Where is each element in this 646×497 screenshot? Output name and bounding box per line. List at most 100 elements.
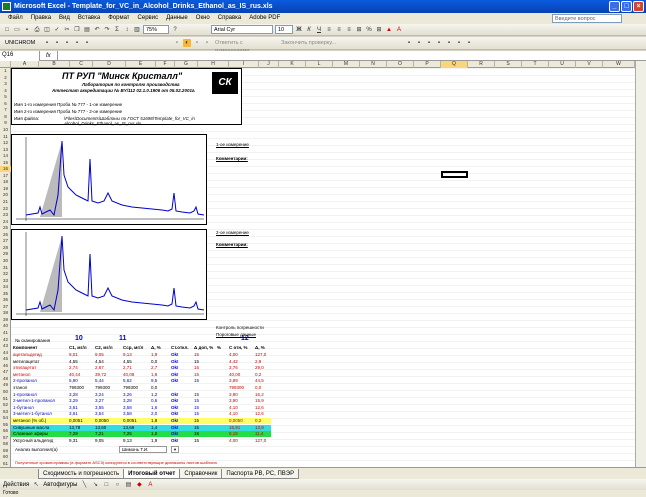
copy-icon[interactable]: ❐ [73,26,81,34]
pointer-icon[interactable]: ↖ [32,481,40,489]
row-header[interactable]: 5 [0,94,11,100]
row-header[interactable]: 29 [0,251,11,257]
analyst-select[interactable]: Шимонь Т.И. [119,446,167,453]
sort-icon[interactable]: ↕ [123,26,131,34]
fmt-f-icon[interactable]: ▪ [455,39,463,47]
textbox-icon[interactable]: ▤ [124,481,132,489]
align-right-icon[interactable]: ≡ [345,26,353,34]
chart-icon[interactable]: ▥ [133,26,141,34]
row-header[interactable]: 55 [0,422,11,428]
col-header[interactable]: N [360,61,387,68]
row-header[interactable]: 24 [0,219,11,225]
col-header[interactable]: E [126,61,156,68]
fmt-b-icon[interactable]: ▪ [415,39,423,47]
row-header[interactable]: 26 [0,232,11,238]
row-header[interactable]: 54 [0,415,11,421]
tab-repeatability[interactable]: Сходимость и погрешность [38,469,125,479]
align-center-icon[interactable]: ≡ [335,26,343,34]
unichrom-label[interactable]: UNICHROM [3,39,41,48]
row-header[interactable]: 39 [0,317,11,323]
row-header[interactable]: 53 [0,409,11,415]
row-header[interactable]: 28 [0,245,11,251]
row-header[interactable]: 8 [0,114,11,120]
fmt-c-icon[interactable]: ▪ [425,39,433,47]
menu-format[interactable]: Формат [104,13,133,24]
col-header[interactable]: D [93,61,126,68]
col-header[interactable]: T [522,61,549,68]
menu-view[interactable]: Вид [55,13,74,24]
row-header[interactable]: 57 [0,435,11,441]
row-header[interactable]: 20 [0,192,11,198]
row-header[interactable]: 45 [0,356,11,362]
col-header[interactable]: O [387,61,414,68]
close-icon[interactable]: × [633,1,644,12]
row-header[interactable]: 2 [0,75,11,81]
preview-icon[interactable]: ◫ [43,26,51,34]
tool-b-icon[interactable]: ▪ [53,39,61,47]
end-review-button[interactable]: Закончить проверку... [279,39,343,48]
tool-c-icon[interactable]: ▪ [63,39,71,47]
fmt-g-icon[interactable]: ▪ [465,39,473,47]
name-box[interactable]: Q16 [0,50,40,61]
save-icon[interactable]: ▪ [23,26,31,34]
menu-tools[interactable]: Сервис [134,13,163,24]
col-header[interactable]: U [549,61,576,68]
font-select[interactable]: Arial Cyr [211,25,273,34]
spell-icon[interactable]: ✓ [53,26,61,34]
minimize-icon[interactable]: _ [609,1,620,12]
row-header[interactable]: 23 [0,212,11,218]
paste-icon[interactable]: ▤ [83,26,91,34]
tab-passports[interactable]: Паспорта РВ, РС, ПВЭР [221,469,300,479]
sum-icon[interactable]: Σ [113,26,121,34]
col-header-active[interactable]: Q [441,61,468,68]
menu-data[interactable]: Данные [162,13,192,24]
row-header[interactable]: 52 [0,402,11,408]
font-color-icon[interactable]: A [395,26,403,34]
row-header[interactable]: 11 [0,134,11,140]
row-header[interactable]: 46 [0,363,11,369]
row-header[interactable]: 14 [0,153,11,159]
menu-file[interactable]: Файл [4,13,27,24]
borders-icon[interactable]: ⊞ [375,26,383,34]
col-header[interactable]: C [70,61,93,68]
row-header[interactable]: 15 [0,160,11,166]
row-header[interactable]: 13 [0,147,11,153]
row-header[interactable]: 49 [0,382,11,388]
col-header[interactable]: B [39,61,70,68]
underline-icon[interactable]: Ч [315,26,323,34]
text-color-icon[interactable]: A [146,481,154,489]
row-header[interactable]: 17 [0,173,11,179]
italic-icon[interactable]: К [305,26,313,34]
review-icon[interactable]: ▫ [173,39,181,47]
col-header[interactable]: K [279,61,306,68]
menu-help[interactable]: Справка [214,13,246,24]
font-size-select[interactable]: 10 [275,25,293,34]
row-header[interactable]: 6 [0,101,11,107]
arrow-icon[interactable]: ↘ [91,481,99,489]
menu-window[interactable]: Окно [192,13,214,24]
row-header[interactable]: 1 [0,68,11,74]
row-header[interactable]: 22 [0,206,11,212]
analyst-dropdown-icon[interactable]: ▾ [171,446,179,453]
row-header[interactable]: 32 [0,271,11,277]
row-header[interactable]: 58 [0,441,11,447]
row-header[interactable]: 10 [0,127,11,133]
col-header[interactable]: L [306,61,333,68]
row-header[interactable]: 51 [0,396,11,402]
cut-icon[interactable]: ✂ [63,26,71,34]
redo-icon[interactable]: ↷ [103,26,111,34]
track-icon[interactable]: ▫ [203,39,211,47]
fmt-d-icon[interactable]: ▪ [435,39,443,47]
row-header[interactable]: 34 [0,284,11,290]
fill-icon[interactable]: ◆ [135,481,143,489]
tab-final-report[interactable]: Итоговый отчет [123,469,181,479]
vertical-scrollbar[interactable] [635,61,646,467]
percent-icon[interactable]: % [365,26,373,34]
row-header[interactable]: 41 [0,330,11,336]
row-header[interactable]: 38 [0,310,11,316]
chromatogram-2[interactable] [11,229,207,320]
col-header[interactable]: W [603,61,635,68]
tool-e-icon[interactable]: ▪ [83,39,91,47]
menu-insert[interactable]: Вставка [74,13,104,24]
new-icon[interactable]: □ [3,26,11,34]
